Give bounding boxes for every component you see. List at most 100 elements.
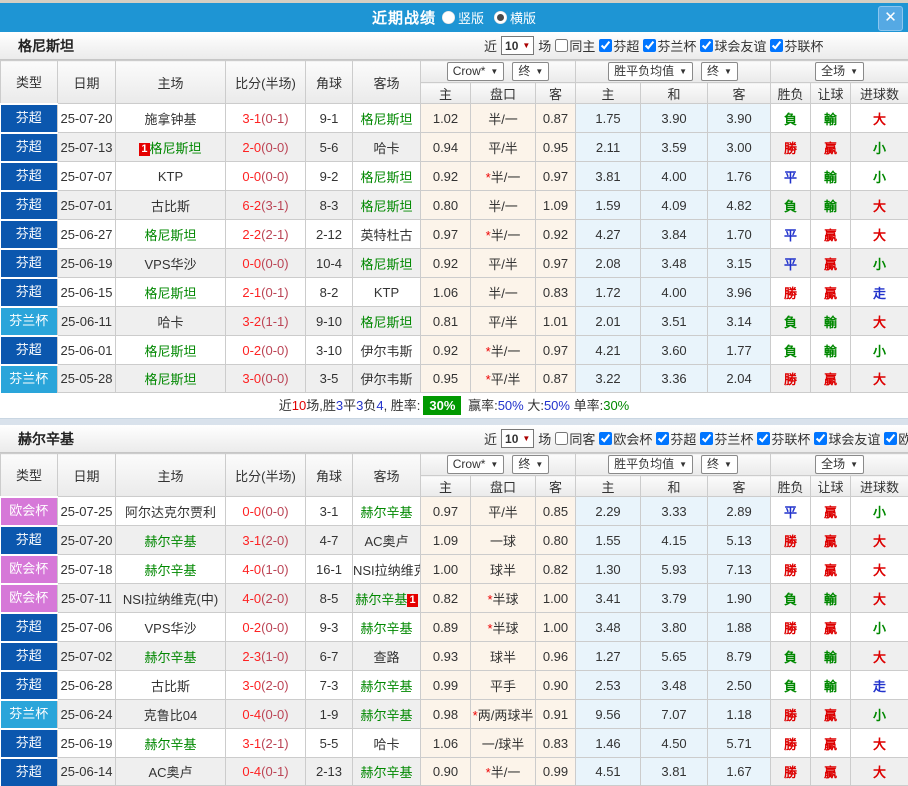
- table-row: 芬超25-06-15格尼斯坦2-1(0-1)8-2KTP1.06半/一0.831…: [1, 278, 908, 307]
- handicap-result-cell: 贏: [811, 497, 851, 526]
- table-row: 芬超25-07-07KTP0-0(0-0)9-2格尼斯坦0.92*半/一0.97…: [1, 162, 908, 191]
- away-odds-cell: 0.99: [536, 758, 576, 786]
- league-filter-checkbox[interactable]: [599, 39, 612, 52]
- league-filter-checkbox[interactable]: [700, 432, 713, 445]
- games-label: 场: [538, 429, 551, 448]
- bookmaker-dropdown[interactable]: Crow*▼: [447, 62, 505, 81]
- col-header: 主场: [116, 61, 226, 104]
- fulltime-score: 4-0: [242, 591, 261, 606]
- layout-radio-horizontal[interactable]: 横版: [494, 8, 536, 27]
- away-team-cell: 格尼斯坦: [353, 249, 421, 278]
- avg-draw-cell: 3.90: [641, 104, 708, 133]
- handicap-cell: 平/半: [471, 307, 536, 336]
- sub-col-header: 客: [708, 83, 771, 104]
- scope-dropdown[interactable]: 全场▼: [815, 62, 864, 81]
- result-cell: 勝: [771, 133, 811, 162]
- league-badge-cell: 芬超: [1, 526, 58, 555]
- same-venue-filter[interactable]: 同客: [555, 429, 595, 448]
- match-count-select[interactable]: 10▼: [501, 36, 534, 55]
- handicap-cell: 一/球半: [471, 729, 536, 758]
- league-filter[interactable]: 芬超: [656, 429, 696, 448]
- avg-type-dropdown[interactable]: 胜平负均值▼: [608, 62, 693, 81]
- avg-away-cell: 5.13: [708, 526, 771, 555]
- table-row: 欧会杯25-07-11NSI拉纳维克(中)4-0(2-0)8-5赫尔辛基10.8…: [1, 584, 908, 613]
- league-filter[interactable]: 欧冠杯: [884, 429, 908, 448]
- chevron-down-icon: ▼: [679, 457, 687, 472]
- result-cell: 勝: [771, 729, 811, 758]
- league-filter[interactable]: 芬兰杯: [643, 36, 696, 55]
- same-venue-checkbox[interactable]: [555, 432, 568, 445]
- away-odds-cell: 0.83: [536, 278, 576, 307]
- handicap-star: *: [486, 344, 491, 359]
- avg-home-cell: 2.53: [576, 671, 641, 700]
- sub-col-header: 进球数: [851, 83, 908, 104]
- summary-segment: 50%: [544, 398, 570, 413]
- handicap-star: *: [487, 592, 492, 607]
- avg-stage-dropdown[interactable]: 终▼: [701, 455, 738, 474]
- handicap-result-cell: 贏: [811, 526, 851, 555]
- handicap-result-cell: 贏: [811, 700, 851, 729]
- avg-draw-cell: 3.60: [641, 336, 708, 365]
- league-filter-checkbox[interactable]: [599, 432, 612, 445]
- odds-stage-dropdown[interactable]: 终▼: [512, 455, 549, 474]
- league-filter[interactable]: 芬超: [599, 36, 639, 55]
- near-label: 近: [484, 36, 497, 55]
- league-filter[interactable]: 球会友谊: [814, 429, 880, 448]
- league-filter-checkbox[interactable]: [757, 432, 770, 445]
- result-cell: 平: [771, 249, 811, 278]
- layout-radio-vertical[interactable]: 竖版: [442, 8, 484, 27]
- odds-stage-dropdown-label: 终: [518, 64, 530, 79]
- goals-result-cell: 小: [851, 613, 908, 642]
- fulltime-score: 3-0: [242, 678, 261, 693]
- league-filter[interactable]: 欧会杯: [599, 429, 652, 448]
- away-odds-cell: 0.90: [536, 671, 576, 700]
- league-filter[interactable]: 球会友谊: [700, 36, 766, 55]
- summary-segment: 赢率:: [464, 398, 497, 413]
- league-filter-checkbox[interactable]: [770, 39, 783, 52]
- table-row: 芬超25-06-28古比斯3-0(2-0)7-3赫尔辛基0.99平手0.902.…: [1, 671, 908, 700]
- league-filter-checkbox[interactable]: [884, 432, 897, 445]
- scope-dropdown[interactable]: 全场▼: [815, 455, 864, 474]
- away-odds-cell: 1.00: [536, 613, 576, 642]
- league-filter-checkbox[interactable]: [656, 432, 669, 445]
- league-filter[interactable]: 芬联杯: [770, 36, 823, 55]
- avg-stage-dropdown[interactable]: 终▼: [701, 62, 738, 81]
- fulltime-score: 0-0: [242, 169, 261, 184]
- avg-type-dropdown-label: 胜平负均值: [614, 64, 674, 79]
- bookmaker-dropdown-label: Crow*: [453, 457, 486, 472]
- same-venue-checkbox[interactable]: [555, 39, 568, 52]
- league-filter-checkbox[interactable]: [700, 39, 713, 52]
- home-team-cell: 格尼斯坦: [116, 220, 226, 249]
- handicap-star: *: [487, 621, 492, 636]
- avg-home-cell: 4.51: [576, 758, 641, 786]
- chevron-down-icon: ▼: [522, 41, 530, 50]
- handicap-result-cell: 贏: [811, 133, 851, 162]
- league-filter[interactable]: 芬兰杯: [700, 429, 753, 448]
- match-count-select[interactable]: 10▼: [501, 429, 534, 448]
- avg-type-dropdown[interactable]: 胜平负均值▼: [608, 455, 693, 474]
- summary-segment: 30%: [423, 396, 461, 415]
- avg-draw-cell: 4.15: [641, 526, 708, 555]
- bookmaker-dropdown[interactable]: Crow*▼: [447, 455, 505, 474]
- league-filter-checkbox[interactable]: [643, 39, 656, 52]
- date-cell: 25-06-19: [58, 249, 116, 278]
- league-filter[interactable]: 芬联杯: [757, 429, 810, 448]
- handicap-cell: *半/一: [471, 220, 536, 249]
- date-cell: 25-07-07: [58, 162, 116, 191]
- avg-draw-cell: 5.65: [641, 642, 708, 671]
- handicap-cell: *两/两球半: [471, 700, 536, 729]
- handicap-result-cell: 輸: [811, 642, 851, 671]
- odds-stage-dropdown[interactable]: 终▼: [512, 62, 549, 81]
- summary-segment: 负: [363, 398, 376, 413]
- same-venue-filter[interactable]: 同主: [555, 36, 595, 55]
- fulltime-score: 3-1: [242, 736, 261, 751]
- avg-away-cell: 2.89: [708, 497, 771, 526]
- league-badge: 芬超: [1, 250, 58, 277]
- odds-group-header: Crow*▼ 终▼: [421, 61, 576, 83]
- close-button[interactable]: ✕: [878, 6, 903, 31]
- halftime-score: (3-1): [261, 198, 288, 213]
- date-cell: 25-07-01: [58, 191, 116, 220]
- goals-result-cell: 小: [851, 336, 908, 365]
- league-filter-label: 芬兰杯: [714, 429, 753, 448]
- league-filter-checkbox[interactable]: [814, 432, 827, 445]
